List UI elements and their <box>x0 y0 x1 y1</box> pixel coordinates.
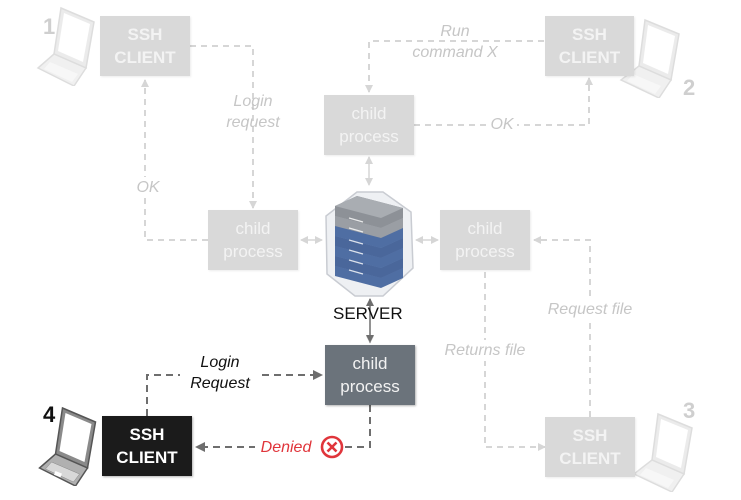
c2-ok-label: OK <box>487 114 517 135</box>
denied-x-circle-icon <box>320 435 344 459</box>
child-process-left[interactable]: child process <box>208 210 298 270</box>
ssh-client-4[interactable]: SSH CLIENT <box>102 416 192 476</box>
child-process-right[interactable]: child process <box>440 210 530 270</box>
c4-login-line1: Login <box>200 354 240 371</box>
ssh-client-3-line2: CLIENT <box>559 449 621 468</box>
child-process-top-line2: process <box>339 127 399 146</box>
ssh-client-1-line1: SSH <box>127 25 163 44</box>
ssh-client-2[interactable]: SSH CLIENT <box>545 16 634 76</box>
server-label: SERVER <box>333 304 403 323</box>
child-process-bottom[interactable]: child process <box>325 345 415 405</box>
c3-returns-label: Returns file <box>438 340 532 361</box>
client-number-2: 2 <box>683 75 696 100</box>
child-process-right-line2: process <box>455 242 515 261</box>
c2-run-label: Run command X <box>403 21 507 63</box>
client-number-1: 1 <box>43 14 56 39</box>
c2-run-line1: Run <box>440 23 470 40</box>
edge-c1-ok <box>141 79 208 241</box>
c1-login-line2: request <box>226 114 280 131</box>
child-process-left-line1: child <box>235 219 271 238</box>
child-process-bottom-line1: child <box>352 354 388 373</box>
ssh-client-3-line1: SSH <box>572 426 608 445</box>
server-rack-icon[interactable] <box>323 190 416 298</box>
child-process-bottom-line2: process <box>340 377 400 396</box>
c4-login-label: Login Request <box>180 352 260 394</box>
c3-request-label: Request file <box>540 299 640 320</box>
child-process-top[interactable]: child process <box>324 95 414 155</box>
ssh-client-4-line2: CLIENT <box>116 448 178 467</box>
c1-login-label: Login request <box>220 91 286 133</box>
ssh-client-3[interactable]: SSH CLIENT <box>545 417 635 477</box>
c1-login-line1: Login <box>233 93 273 110</box>
client-number-4: 4 <box>43 402 56 427</box>
ssh-client-1[interactable]: SSH CLIENT <box>100 16 190 76</box>
ssh-client-2-line1: SSH <box>572 25 607 44</box>
edge-c3-request <box>533 236 591 417</box>
ssh-client-4-line1: SSH <box>129 425 165 444</box>
ssh-client-2-line2: CLIENT <box>558 48 621 67</box>
ssh-client-1-line2: CLIENT <box>114 48 176 67</box>
client-number-3: 3 <box>683 398 696 423</box>
c4-login-line2: Request <box>180 373 260 394</box>
child-process-right-line1: child <box>467 219 503 238</box>
laptop-icon-3 <box>632 412 693 492</box>
c2-run-line2: command X <box>403 42 507 63</box>
c1-ok-label: OK <box>134 177 162 198</box>
child-process-left-line2: process <box>223 242 283 261</box>
child-process-top-line1: child <box>351 104 387 123</box>
c4-denied-label: Denied <box>255 437 317 458</box>
